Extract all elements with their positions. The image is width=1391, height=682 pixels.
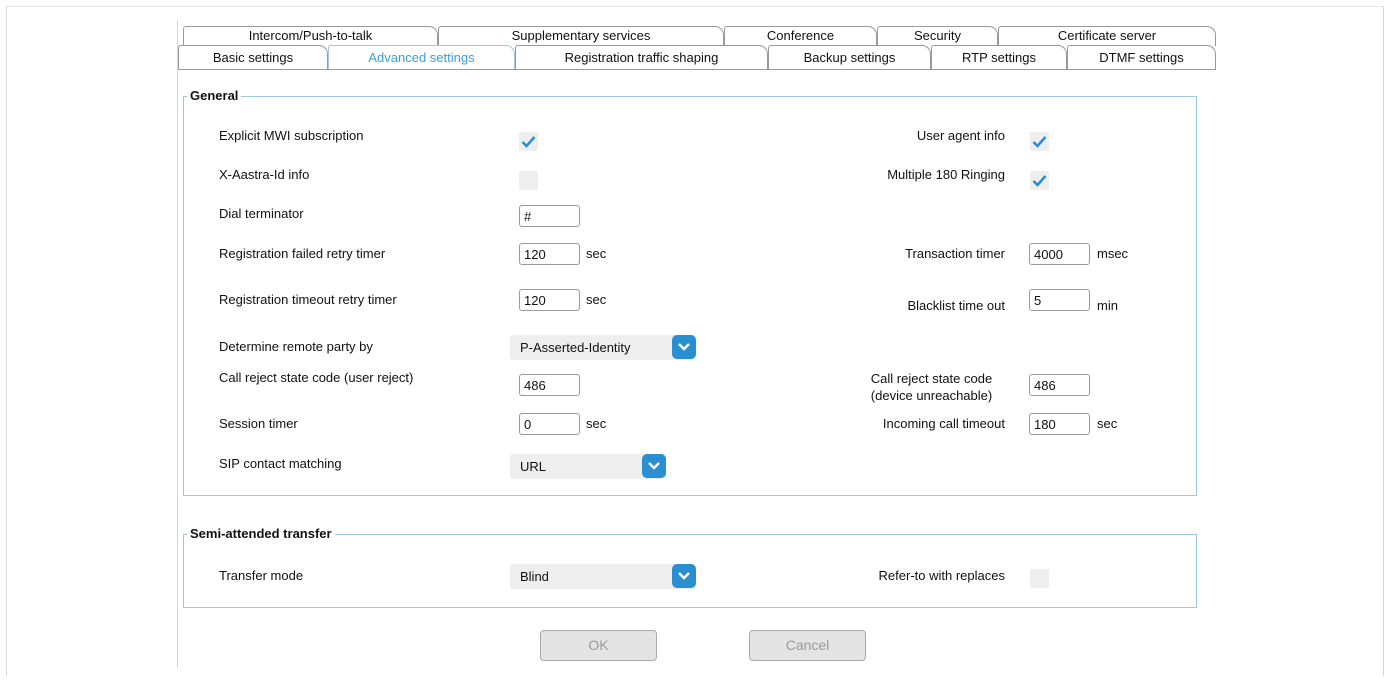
tab-baseline	[178, 69, 1216, 70]
transfer-mode-select[interactable]: Blind	[510, 564, 696, 589]
tab-advanced-settings[interactable]: Advanced settings	[328, 45, 515, 70]
blacklist-unit: min	[1097, 298, 1118, 313]
session-timer-unit: sec	[586, 416, 607, 431]
x-aastra-id-label: X-Aastra-Id info	[219, 167, 310, 182]
semi-attended-legend: Semi-attended transfer	[187, 526, 335, 541]
transfer-mode-value: Blind	[520, 569, 549, 584]
sip-contact-select[interactable]: URL	[510, 454, 666, 479]
tab-certificate-server[interactable]: Certificate server	[998, 26, 1216, 46]
remote-party-select[interactable]: P-Asserted-Identity	[510, 335, 696, 360]
call-reject-device-line1: Call reject state code	[870, 371, 993, 386]
x-aastra-id-checkbox[interactable]	[519, 171, 538, 190]
general-legend: General	[187, 88, 242, 103]
chevron-down-icon[interactable]	[672, 564, 696, 588]
explicit-mwi-checkbox[interactable]	[519, 132, 538, 151]
dial-terminator-label: Dial terminator	[219, 206, 304, 221]
cancel-button[interactable]: Cancel	[749, 630, 866, 661]
tab-dtmf-settings[interactable]: DTMF settings	[1067, 45, 1216, 70]
transaction-timer-label: Transaction timer	[905, 246, 1005, 261]
sip-contact-value: URL	[520, 459, 547, 474]
multiple-180-checkbox[interactable]	[1030, 171, 1049, 190]
registration-failed-input[interactable]: 120	[519, 243, 580, 265]
call-reject-device-line2: (device unreachable)	[870, 388, 993, 403]
blacklist-label: Blacklist time out	[907, 298, 1005, 313]
chevron-down-icon[interactable]	[642, 454, 666, 478]
check-icon	[521, 136, 536, 148]
transaction-timer-input[interactable]: 4000	[1029, 243, 1090, 265]
registration-timeout-label: Registration timeout retry timer	[219, 292, 397, 307]
check-icon	[1032, 136, 1047, 148]
tab-basic-settings[interactable]: Basic settings	[178, 45, 328, 70]
session-timer-input[interactable]: 0	[519, 413, 580, 435]
tab-security[interactable]: Security	[877, 26, 998, 46]
check-icon	[1032, 175, 1047, 187]
tab-supplementary-services[interactable]: Supplementary services	[438, 26, 724, 46]
call-reject-device-label: Call reject state code (device unreachab…	[858, 370, 1005, 404]
tab-registration-traffic-shaping[interactable]: Registration traffic shaping	[515, 45, 768, 70]
incoming-timeout-input[interactable]: 180	[1029, 413, 1090, 435]
user-agent-label: User agent info	[916, 128, 1005, 143]
user-agent-checkbox[interactable]	[1030, 132, 1049, 151]
sip-contact-label: SIP contact matching	[219, 456, 342, 471]
refer-to-label: Refer-to with replaces	[878, 568, 1005, 583]
chevron-down-icon[interactable]	[672, 335, 696, 359]
tab-backup-settings[interactable]: Backup settings	[768, 45, 931, 70]
call-reject-user-label: Call reject state code (user reject)	[219, 370, 414, 385]
explicit-mwi-label: Explicit MWI subscription	[219, 128, 364, 143]
tab-conference[interactable]: Conference	[724, 26, 877, 46]
session-timer-label: Session timer	[219, 416, 298, 431]
call-reject-device-input[interactable]: 486	[1029, 374, 1090, 396]
refer-to-checkbox[interactable]	[1030, 569, 1049, 588]
tab-intercom[interactable]: Intercom/Push-to-talk	[183, 26, 438, 46]
ok-button[interactable]: OK	[540, 630, 657, 661]
registration-timeout-input[interactable]: 120	[519, 289, 580, 311]
transfer-mode-label: Transfer mode	[219, 568, 304, 583]
dial-terminator-input[interactable]: #	[519, 205, 580, 227]
call-reject-user-input[interactable]: 486	[519, 374, 580, 396]
registration-failed-label: Registration failed retry timer	[219, 246, 386, 261]
registration-failed-unit: sec	[586, 246, 607, 261]
divider	[177, 20, 178, 668]
multiple-180-label: Multiple 180 Ringing	[887, 167, 1005, 182]
incoming-timeout-unit: sec	[1097, 416, 1118, 431]
tab-rtp-settings[interactable]: RTP settings	[931, 45, 1067, 70]
incoming-timeout-label: Incoming call timeout	[882, 416, 1005, 431]
blacklist-input[interactable]: 5	[1029, 289, 1090, 311]
remote-party-value: P-Asserted-Identity	[520, 340, 631, 355]
transaction-timer-unit: msec	[1097, 246, 1129, 261]
registration-timeout-unit: sec	[586, 292, 607, 307]
remote-party-label: Determine remote party by	[219, 339, 373, 354]
